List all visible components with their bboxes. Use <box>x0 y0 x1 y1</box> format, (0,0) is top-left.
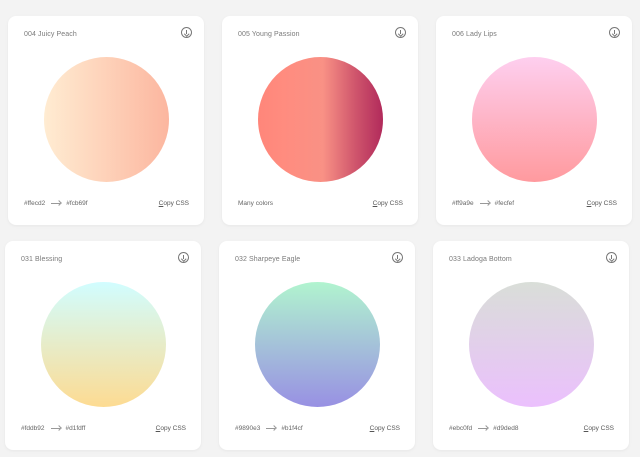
copy-css-button[interactable]: Copy CSS <box>584 425 614 432</box>
gradient-card-ladoga-bottom: 033 Ladoga Bottom #ebc0fd #d9ded8 Copy C… <box>433 241 629 450</box>
color-from: #ff9a9e <box>452 200 474 207</box>
download-icon[interactable] <box>395 27 406 38</box>
many-colors-label: Many colors <box>238 200 274 207</box>
gradient-preview-circle <box>44 57 169 182</box>
arrow-right-icon <box>51 203 61 204</box>
download-icon[interactable] <box>609 27 620 38</box>
download-icon[interactable] <box>606 252 617 263</box>
download-icon[interactable] <box>178 252 189 263</box>
card-title: 031 Blessing <box>21 256 63 263</box>
gradient-colors: #ffecd2 #fcb69f <box>24 200 88 207</box>
copy-css-button[interactable]: Copy CSS <box>156 425 186 432</box>
gradient-preview-circle <box>255 282 380 407</box>
color-to: #fcb69f <box>66 200 88 207</box>
color-to: #b1f4cf <box>281 425 303 432</box>
card-title: 006 Lady Lips <box>452 31 497 38</box>
download-icon[interactable] <box>392 252 403 263</box>
copy-css-button[interactable]: Copy CSS <box>373 200 403 207</box>
card-title: 004 Juicy Peach <box>24 31 77 38</box>
gradient-card-blessing: 031 Blessing #fddb92 #d1fdff Copy CSS <box>5 241 201 450</box>
color-from: #9890e3 <box>235 425 261 432</box>
arrow-right-icon <box>479 203 489 204</box>
arrow-right-icon <box>50 428 60 429</box>
color-from: #fddb92 <box>21 425 45 432</box>
gradient-preview-circle <box>472 57 597 182</box>
gradient-card-juicy-peach: 004 Juicy Peach #ffecd2 #fcb69f Copy CSS <box>8 16 204 225</box>
color-from: #ffecd2 <box>24 200 46 207</box>
gradient-card-lady-lips: 006 Lady Lips #ff9a9e #fecfef Copy CSS <box>436 16 632 225</box>
color-to: #d1fdff <box>65 425 86 432</box>
color-to: #fecfef <box>494 200 515 207</box>
gradient-card-young-passion: 005 Young Passion Many colors Copy CSS <box>222 16 418 225</box>
arrow-right-icon <box>266 428 276 429</box>
copy-css-button[interactable]: Copy CSS <box>370 425 400 432</box>
copy-css-button[interactable]: Copy CSS <box>159 200 189 207</box>
card-title: 032 Sharpeye Eagle <box>235 256 301 263</box>
gradient-colors: Many colors <box>238 200 273 207</box>
color-to: #d9ded8 <box>493 425 519 432</box>
gradient-preview-circle <box>258 57 383 182</box>
gradient-colors: #fddb92 #d1fdff <box>21 425 85 432</box>
gradient-preview-circle <box>41 282 166 407</box>
gradient-card-sharpeye-eagle: 032 Sharpeye Eagle #9890e3 #b1f4cf Copy … <box>219 241 415 450</box>
gradient-colors: #ff9a9e #fecfef <box>452 200 514 207</box>
gradient-colors: #9890e3 #b1f4cf <box>235 425 303 432</box>
arrow-right-icon <box>478 428 488 429</box>
card-title: 005 Young Passion <box>238 31 300 38</box>
copy-css-button[interactable]: Copy CSS <box>587 200 617 207</box>
gradient-preview-circle <box>469 282 594 407</box>
card-title: 033 Ladoga Bottom <box>449 256 512 263</box>
color-from: #ebc0fd <box>449 425 473 432</box>
gradient-colors: #ebc0fd #d9ded8 <box>449 425 518 432</box>
download-icon[interactable] <box>181 27 192 38</box>
